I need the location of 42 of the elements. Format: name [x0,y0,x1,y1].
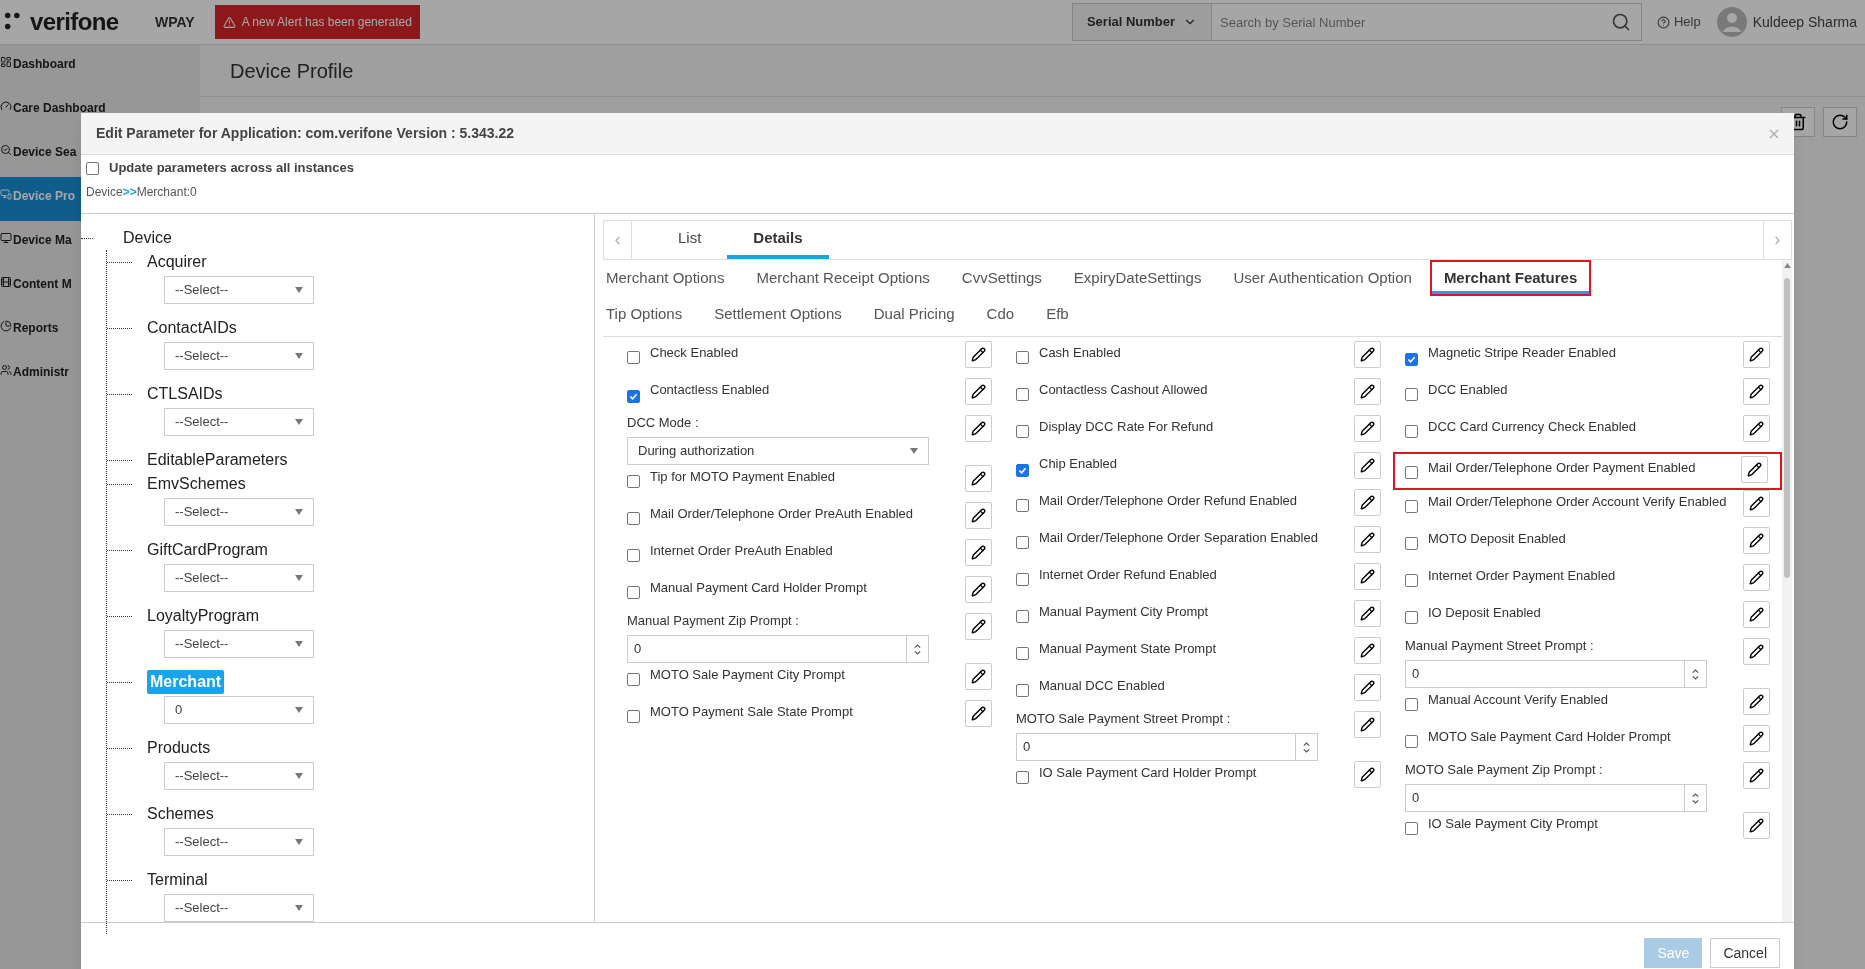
option-label: Contactless Cashout Allowed [1039,382,1208,398]
option-label: Manual Payment Street Prompt : [1405,638,1595,654]
option-label: Manual Payment Card Holder Prompt [650,580,867,596]
option-label: Internet Order Refund Enabled [1039,567,1217,583]
option-label: Manual Payment City Prompt [1039,604,1209,620]
option-label: Cash Enabled [1039,345,1121,361]
option-label: Internet Order Payment Enabled [1428,568,1616,584]
option-label: MOTO Payment Sale State Prompt [650,704,853,720]
option-label: IO Sale Payment City Prompt [1428,816,1598,832]
option-label: Tip for MOTO Payment Enabled [650,469,835,485]
option-label: Contactless Enabled [650,382,770,398]
dialog-title: Edit Parameter for Application: com.verifone Version : 5.343.22 [96,124,515,143]
option-label: MOTO Deposit Enabled [1428,531,1566,547]
option-label: Manual DCC Enabled [1039,678,1165,694]
breadcrumb-separator: >> [122,184,137,201]
page-title: Device Profile [230,58,354,84]
option-label: Mail Order/Telephone Order Refund Enabled [1039,493,1297,509]
option-label: Mail Order/Telephone Order Separation Enabled [1039,530,1318,546]
option-label: DCC Enabled [1428,382,1508,398]
brand-name: verifone [30,7,119,37]
product-name: WPAY [155,12,195,32]
option-label: IO Sale Payment Card Holder Prompt [1039,765,1257,781]
option-label: MOTO Sale Payment Card Holder Prompt [1428,729,1671,745]
option-label: Manual Payment Zip Prompt : [627,613,800,629]
option-label: Manual Payment State Prompt [1039,641,1217,657]
option-label: Mail Order/Telephone Order Account Verify Enabled [1428,494,1727,510]
option-label: MOTO Sale Payment Zip Prompt : [1405,762,1604,778]
option-label: DCC Card Currency Check Enabled [1428,419,1637,435]
option-label: MOTO Sale Payment City Prompt [650,667,845,683]
option-label: IO Deposit Enabled [1428,605,1541,621]
option-label: Check Enabled [650,345,739,361]
option-label: Mail Order/Telephone Order Payment Enabled [1428,460,1696,476]
option-label: Mail Order/Telephone Order PreAuth Enabled [650,506,914,522]
option-label: Magnetic Stripe Reader Enabled [1428,345,1616,361]
option-label: Display DCC Rate For Refund [1039,419,1214,435]
option-label: Chip Enabled [1039,456,1118,472]
option-label: Internet Order PreAuth Enabled [650,543,833,559]
checkbox-label: Update parameters across all instances [109,159,354,178]
option-label: DCC Mode : [627,415,700,431]
option-label: Manual Account Verify Enabled [1428,692,1608,708]
option-label: MOTO Sale Payment Street Prompt : [1016,711,1232,727]
breadcrumb-current: Merchant:0 [136,184,197,201]
